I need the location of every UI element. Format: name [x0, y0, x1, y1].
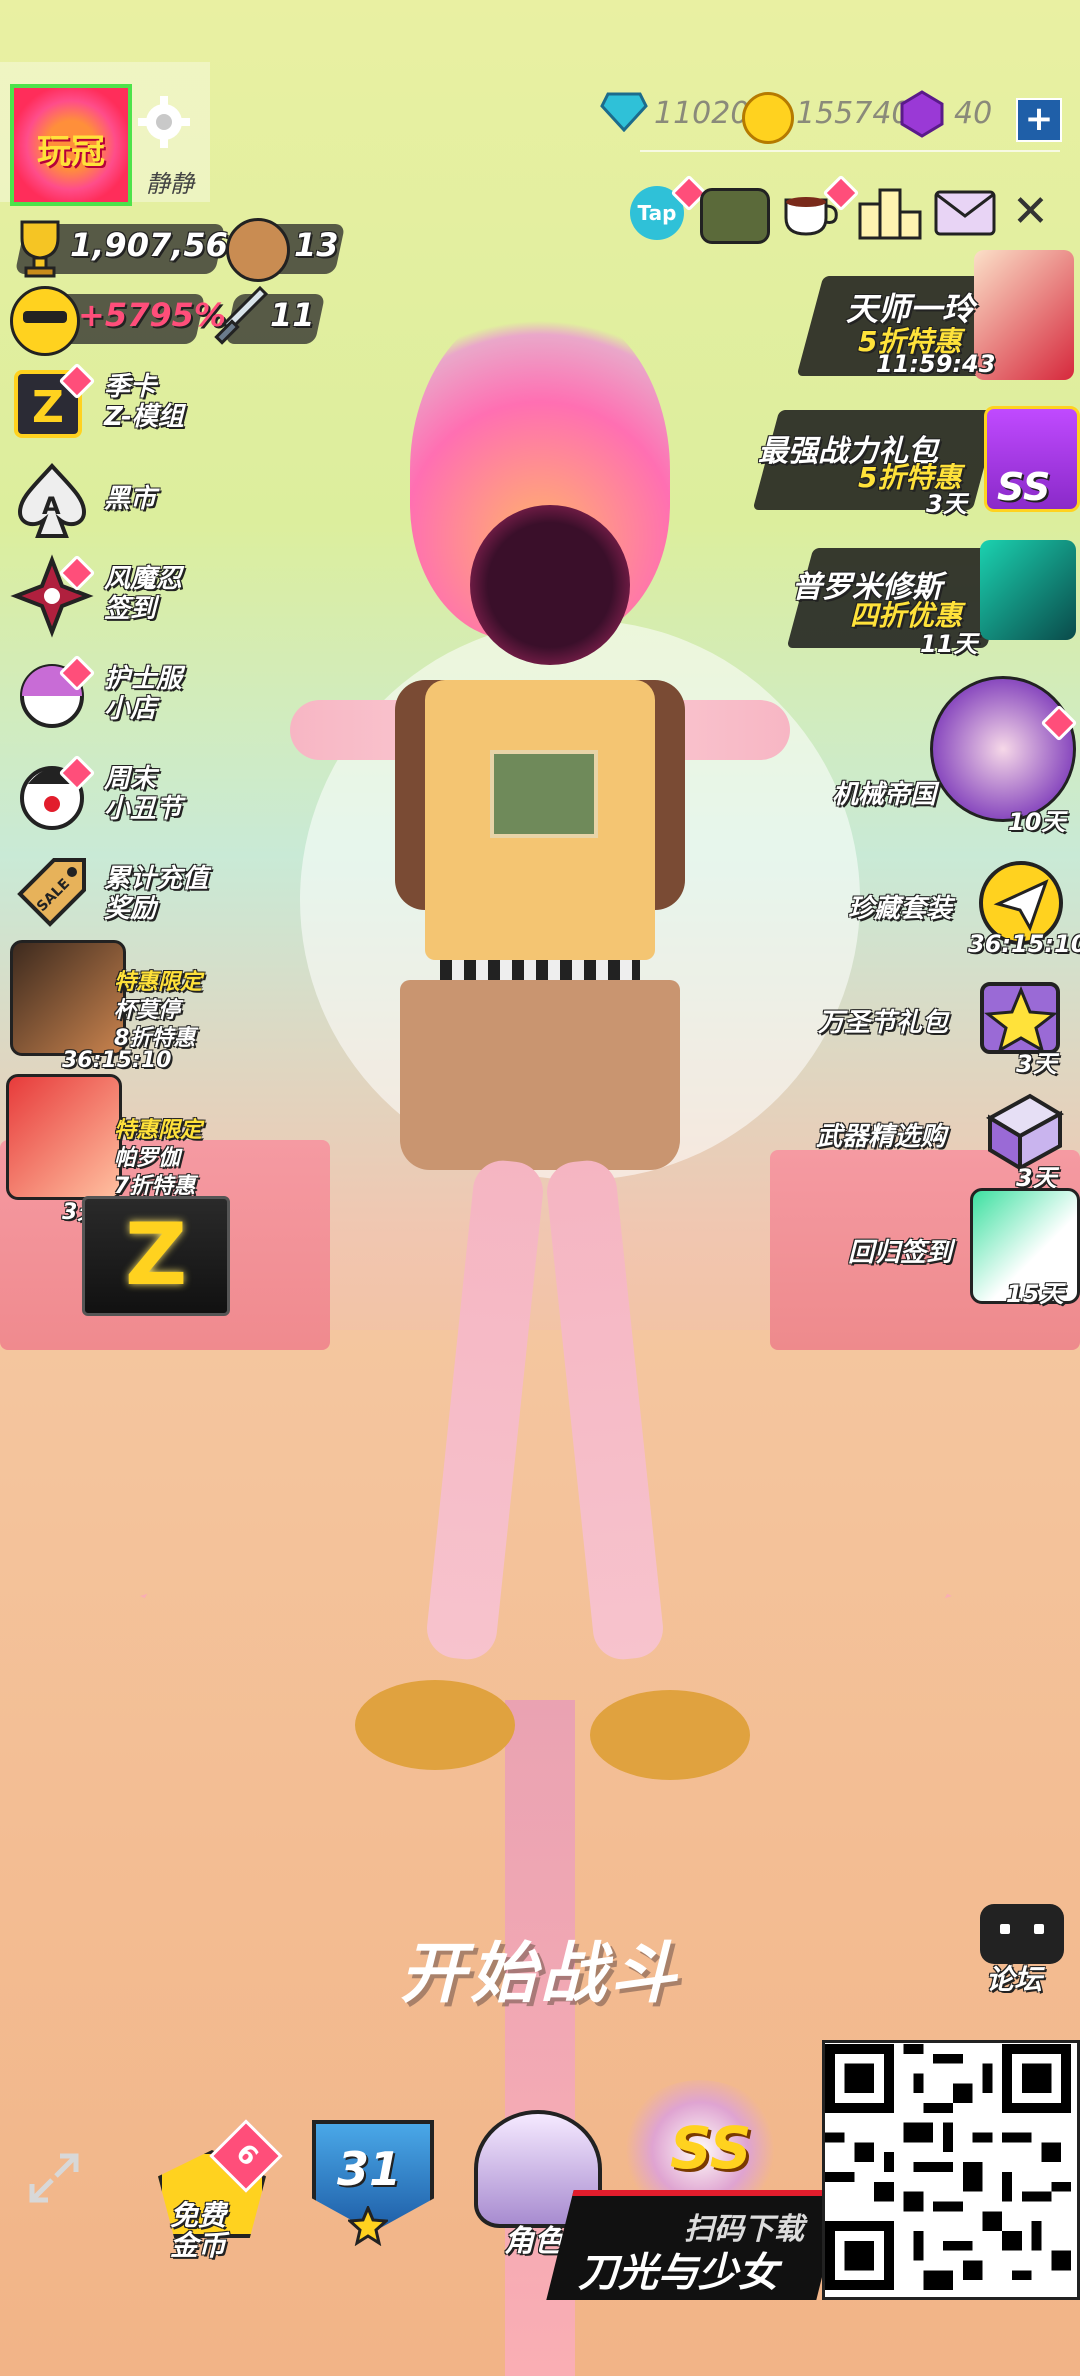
menu-label-recharge-reward[interactable]: 累计充值 奖励	[104, 864, 208, 924]
bonus-percent: +5795%	[78, 296, 226, 334]
collection-suit-label[interactable]: 珍藏套装	[848, 888, 952, 925]
halloween-pack-label[interactable]: 万圣节礼包	[818, 1002, 948, 1039]
gold-count: 155740	[796, 96, 911, 131]
promo-character-1[interactable]	[10, 940, 126, 1056]
menu-label-ninja-signin[interactable]: 风魔忍 签到	[104, 564, 182, 624]
add-currency-button[interactable]: +	[1016, 98, 1062, 142]
diamond-count: 11020	[654, 96, 750, 131]
start-battle-button[interactable]: 开始战斗	[370, 1920, 710, 2016]
power-pack-timer: 3天	[926, 490, 967, 518]
bear-count: 13	[294, 226, 339, 264]
ss-badge: SS	[997, 465, 1051, 509]
level-star-icon	[346, 2204, 390, 2247]
game-title-text: 刀光与少女	[578, 2250, 778, 2296]
close-icon[interactable]: ✕	[1012, 186, 1049, 237]
menu-label-black-market[interactable]: 黑市	[104, 484, 156, 514]
diamond-icon	[600, 92, 648, 133]
weapon-count: 11	[270, 296, 315, 334]
svg-text:Z: Z	[32, 382, 64, 433]
character[interactable]	[280, 280, 800, 1800]
sale-tag-icon[interactable]: SALE	[10, 854, 94, 938]
forum-button[interactable]: 论坛	[974, 1900, 1070, 1996]
trophy-icon	[12, 218, 68, 278]
left-menu: Z 季卡 Z-模组 A 黑市 风魔忍 签到 护士服 小店 周末 小丑节 SALE…	[0, 362, 260, 952]
gift-box-icon: SS	[984, 406, 1080, 512]
promo-character-2[interactable]	[6, 1074, 122, 1200]
shorts	[400, 980, 680, 1170]
settings-gear-icon[interactable]	[138, 96, 190, 148]
prometheus-portrait	[980, 540, 1076, 640]
mech-empire-timer: 10天	[1008, 808, 1066, 836]
spade-icon[interactable]: A	[10, 458, 94, 542]
prometheus-timer: 11天	[920, 630, 978, 658]
shirt-print	[490, 750, 598, 838]
sword-icon	[210, 284, 270, 350]
currency-underline	[640, 150, 1060, 152]
player-signature: 静静	[146, 170, 194, 198]
leaderboard-podium-icon[interactable]	[858, 186, 922, 240]
mech-empire-label[interactable]: 机械帝国	[832, 774, 936, 811]
promo1-timer: 36:15:10	[62, 1048, 172, 1073]
void-head	[470, 505, 630, 665]
mail-envelope-icon[interactable]	[934, 190, 996, 236]
avatar[interactable]: 玩冠	[10, 84, 132, 206]
game-scene: 玩冠 静静 1,907,564 13 +5795% 11 Z 季卡 Z-模组 A…	[0, 0, 1080, 2376]
gold-coin-icon	[742, 92, 794, 144]
level-badge[interactable]: 31	[312, 2120, 434, 2250]
halloween-pack-timer: 3天	[1016, 1050, 1057, 1078]
menu-label-clown-festival[interactable]: 周末 小丑节	[104, 764, 182, 824]
purple-gem-icon	[898, 90, 946, 138]
ss-gacha-label[interactable]: SS	[670, 2114, 751, 2182]
forum-label: 论坛	[986, 1963, 1043, 1996]
right-leg	[544, 1157, 666, 1663]
expand-arrows-icon[interactable]	[26, 2150, 82, 2206]
purple-count: 40	[954, 96, 993, 131]
guild-icon[interactable]	[700, 188, 770, 244]
avatar-text: 玩冠	[37, 132, 105, 172]
return-signin-timer: 15天	[1006, 1280, 1064, 1308]
return-signin-label[interactable]: 回归签到	[848, 1232, 952, 1269]
mech-empire-portrait[interactable]	[930, 676, 1076, 822]
tianshi-timer: 11:59:43	[876, 350, 996, 378]
level-number: 31	[336, 2142, 401, 2196]
right-slipper	[590, 1690, 750, 1780]
chat-bubble-icon	[980, 1904, 1064, 1964]
sunglasses-face-icon	[10, 286, 80, 356]
menu-label-season-card[interactable]: 季卡 Z-模组	[104, 372, 184, 432]
svg-text:A: A	[42, 492, 61, 520]
z-logo-icon[interactable]: Z	[82, 1196, 230, 1316]
bear-icon	[226, 218, 290, 282]
left-leg	[424, 1157, 546, 1663]
qr-code	[822, 2040, 1080, 2300]
trophy-count: 1,907,564	[70, 226, 251, 264]
collection-suit-timer: 36:15:10	[968, 930, 1080, 958]
free-gold-line2: 金币	[170, 2229, 227, 2262]
left-slipper	[355, 1680, 515, 1770]
weapon-select-label[interactable]: 武器精选购	[816, 1116, 946, 1153]
role-label: 角色	[504, 2224, 564, 2259]
z-logo-text: Z	[124, 1205, 188, 1305]
menu-label-nurse-shop[interactable]: 护士服 小店	[104, 664, 182, 724]
free-gold-button[interactable]: 6 免费 金币	[148, 2119, 283, 2262]
